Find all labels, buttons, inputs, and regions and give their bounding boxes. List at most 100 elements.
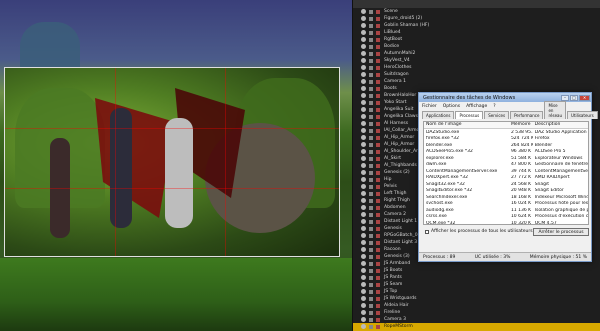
lock-icon[interactable] (369, 58, 373, 63)
lock-icon[interactable] (369, 163, 373, 168)
lock-icon[interactable] (369, 79, 373, 84)
lock-icon[interactable] (369, 289, 373, 294)
lock-icon[interactable] (369, 86, 373, 91)
visibility-eye-icon[interactable] (361, 219, 366, 225)
lock-icon[interactable] (369, 93, 373, 98)
lock-icon[interactable] (369, 65, 373, 70)
visibility-eye-icon[interactable] (361, 51, 366, 57)
process-row[interactable]: ACDSeePro5.exe *32 96 380 K ACDSee Pro 5 (424, 149, 588, 156)
visibility-eye-icon[interactable] (361, 121, 366, 127)
lock-icon[interactable] (369, 219, 373, 224)
lock-icon[interactable] (369, 233, 373, 238)
lock-icon[interactable] (369, 23, 373, 28)
close-button[interactable]: ✕ (579, 94, 590, 101)
lock-icon[interactable] (369, 261, 373, 266)
scene-item[interactable]: RopeMStorm (353, 323, 600, 331)
end-process-button[interactable]: Arrêter le processus (533, 228, 589, 236)
lock-icon[interactable] (369, 9, 373, 14)
tab-network[interactable]: Mise en réseau (544, 101, 567, 119)
visibility-eye-icon[interactable] (361, 282, 366, 288)
visibility-eye-icon[interactable] (361, 149, 366, 155)
menu-options[interactable]: Options (443, 104, 460, 109)
lock-icon[interactable] (369, 296, 373, 301)
visibility-eye-icon[interactable] (361, 86, 366, 92)
lock-icon[interactable] (369, 324, 373, 329)
visibility-eye-icon[interactable] (361, 93, 366, 99)
lock-icon[interactable] (369, 212, 373, 217)
lock-icon[interactable] (369, 191, 373, 196)
lock-icon[interactable] (369, 275, 373, 280)
process-row[interactable]: QCM.exe *32 10 320 K QCM 4.57 (424, 220, 588, 224)
visibility-eye-icon[interactable] (361, 100, 366, 106)
show-all-users-option[interactable]: Afficher les processus de tous les utili… (425, 229, 533, 234)
process-row[interactable]: blender.exe 264 824 K Blender (424, 142, 588, 149)
column-description[interactable]: Description (533, 122, 588, 128)
lock-icon[interactable] (369, 198, 373, 203)
tab-users[interactable]: Utilisateurs (567, 111, 598, 119)
visibility-eye-icon[interactable] (361, 268, 366, 274)
process-row[interactable]: dwm.exe 47 800 K Gestionnaire de fenêtres (424, 162, 588, 169)
lock-icon[interactable] (369, 240, 373, 245)
visibility-eye-icon[interactable] (361, 44, 366, 50)
visibility-eye-icon[interactable] (361, 205, 366, 211)
lock-icon[interactable] (369, 247, 373, 252)
lock-icon[interactable] (369, 226, 373, 231)
visibility-eye-icon[interactable] (361, 23, 366, 29)
process-row[interactable]: firefox.exe *32 524 724 K Firefox (424, 136, 588, 143)
visibility-eye-icon[interactable] (361, 310, 366, 316)
menu-affichage[interactable]: Affichage (466, 104, 487, 109)
process-list[interactable]: Nom de l'image Mémoire Description DAZSt… (423, 121, 589, 225)
visibility-eye-icon[interactable] (361, 65, 366, 71)
lock-icon[interactable] (369, 128, 373, 133)
visibility-eye-icon[interactable] (361, 170, 366, 176)
menu-help[interactable]: ? (493, 104, 495, 109)
lock-icon[interactable] (369, 100, 373, 105)
visibility-eye-icon[interactable] (361, 240, 366, 246)
visibility-eye-icon[interactable] (361, 128, 366, 134)
visibility-eye-icon[interactable] (361, 114, 366, 120)
lock-icon[interactable] (369, 114, 373, 119)
visibility-eye-icon[interactable] (361, 261, 366, 267)
lock-icon[interactable] (369, 135, 373, 140)
menu-fichier[interactable]: Fichier (422, 104, 437, 109)
lock-icon[interactable] (369, 156, 373, 161)
visibility-eye-icon[interactable] (361, 107, 366, 113)
visibility-eye-icon[interactable] (361, 163, 366, 169)
lock-icon[interactable] (369, 303, 373, 308)
visibility-eye-icon[interactable] (361, 303, 366, 309)
visibility-eye-icon[interactable] (361, 37, 366, 43)
lock-icon[interactable] (369, 142, 373, 147)
lock-icon[interactable] (369, 177, 373, 182)
visibility-eye-icon[interactable] (361, 226, 366, 232)
lock-icon[interactable] (369, 317, 373, 322)
tab-processus[interactable]: Processus (455, 111, 484, 119)
visibility-eye-icon[interactable] (361, 9, 366, 15)
lock-icon[interactable] (369, 16, 373, 21)
lock-icon[interactable] (369, 37, 373, 42)
lock-icon[interactable] (369, 30, 373, 35)
column-image-name[interactable]: Nom de l'image (424, 122, 509, 128)
visibility-eye-icon[interactable] (361, 233, 366, 239)
lock-icon[interactable] (369, 254, 373, 259)
visibility-eye-icon[interactable] (361, 289, 366, 295)
visibility-eye-icon[interactable] (361, 324, 366, 330)
visibility-eye-icon[interactable] (361, 72, 366, 78)
lock-icon[interactable] (369, 107, 373, 112)
process-row[interactable]: audiodg.exe 11 136 K Isolation graphique d… (424, 207, 588, 214)
lock-icon[interactable] (369, 184, 373, 189)
visibility-eye-icon[interactable] (361, 296, 366, 302)
process-row[interactable]: explorer.exe 51 584 K Explorateur Windows (424, 155, 588, 162)
lock-icon[interactable] (369, 170, 373, 175)
process-row[interactable]: RAIDXpert.exe *32 27 772 K AMD RAIDXpert (424, 175, 588, 182)
lock-icon[interactable] (369, 121, 373, 126)
lock-icon[interactable] (369, 72, 373, 77)
3d-viewport[interactable] (0, 0, 352, 331)
tab-applications[interactable]: Applications (422, 111, 455, 119)
lock-icon[interactable] (369, 149, 373, 154)
process-row[interactable]: ContentManagementServer.exe 39 744 K Conte… (424, 168, 588, 175)
visibility-eye-icon[interactable] (361, 317, 366, 323)
visibility-eye-icon[interactable] (361, 135, 366, 141)
visibility-eye-icon[interactable] (361, 79, 366, 85)
lock-icon[interactable] (369, 310, 373, 315)
process-row[interactable]: DAZStudio.exe 2 538 95...DAZ Studio Appli… (424, 129, 588, 136)
